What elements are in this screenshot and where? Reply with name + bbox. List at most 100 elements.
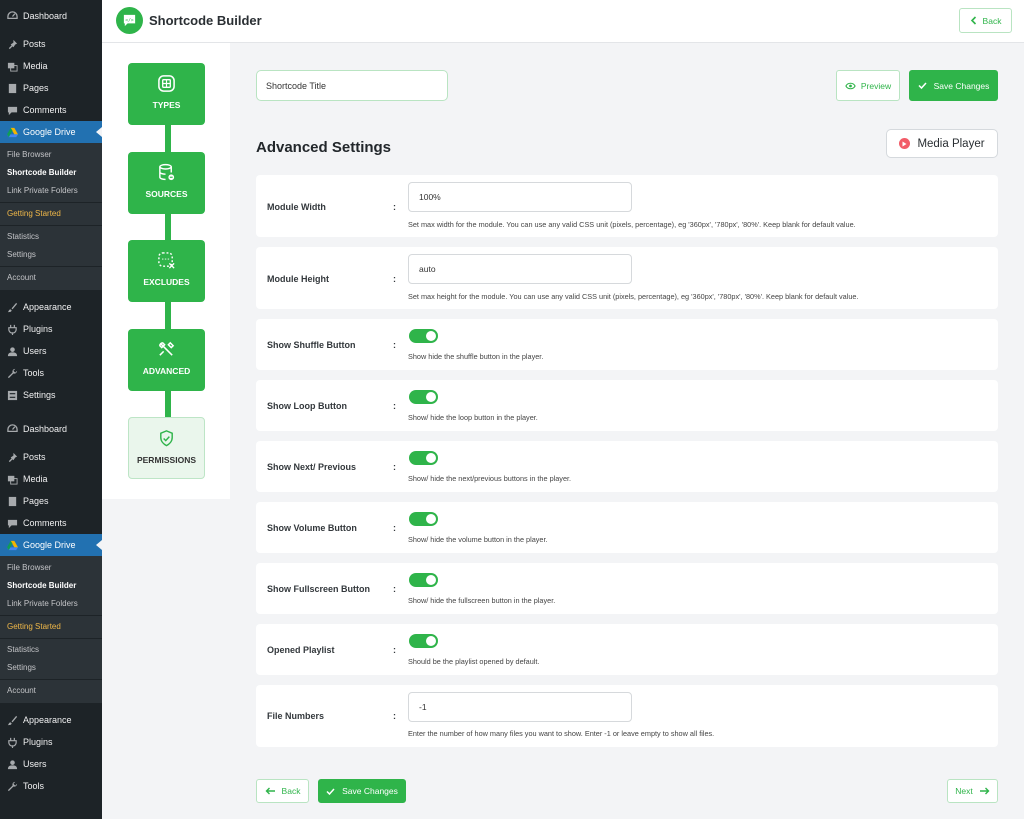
setting-label: Show Fullscreen Button	[267, 584, 371, 594]
menu-users[interactable]: Users	[0, 340, 102, 362]
file-numbers-input[interactable]: -1	[408, 692, 632, 722]
submenu-statistics[interactable]: Statistics	[0, 641, 102, 659]
setting-row: Module Height : auto Set max height for …	[256, 247, 998, 309]
submenu-file-browser[interactable]: File Browser	[0, 559, 102, 577]
google-drive-submenu: File Browser Shortcode Builder Link Priv…	[0, 143, 102, 290]
setting-label: Opened Playlist	[267, 645, 335, 655]
submenu-shortcode-builder[interactable]: Shortcode Builder	[0, 164, 102, 182]
step-sources[interactable]: SOURCES	[128, 152, 205, 214]
section-title: Advanced Settings	[256, 139, 392, 156]
menu-tools[interactable]: Tools	[0, 362, 102, 384]
submenu-shortcode-builder[interactable]: Shortcode Builder	[0, 577, 102, 595]
menu-label: Pages	[23, 496, 49, 506]
menu-posts[interactable]: Posts	[0, 33, 102, 55]
database-icon	[157, 162, 176, 182]
plug-icon	[6, 736, 18, 748]
menu-tools[interactable]: Tools	[0, 775, 102, 797]
fullscreen-toggle[interactable]	[409, 573, 438, 587]
wrench-icon	[6, 367, 18, 379]
user-icon	[6, 345, 18, 357]
pin-icon	[6, 38, 18, 50]
menu-google-drive[interactable]: Google Drive	[0, 534, 102, 556]
menu-appearance[interactable]: Appearance	[0, 296, 102, 318]
submenu-settings[interactable]: Settings	[0, 659, 102, 677]
menu-plugins[interactable]: Plugins	[0, 731, 102, 753]
shuffle-toggle[interactable]	[409, 329, 438, 343]
setting-description: Show/ hide the volume button in the play…	[408, 535, 548, 544]
save-changes-button[interactable]: Save Changes	[909, 70, 998, 101]
next-button[interactable]: Next	[947, 779, 998, 803]
menu-pages[interactable]: Pages	[0, 490, 102, 512]
toggle-knob	[426, 453, 436, 463]
check-icon	[918, 82, 927, 89]
menu-dashboard[interactable]: Dashboard	[0, 5, 102, 27]
submenu-link-private-folders[interactable]: Link Private Folders	[0, 595, 102, 613]
step-advanced[interactable]: ADVANCED	[128, 329, 205, 391]
dashboard-icon	[6, 10, 18, 22]
menu-comments[interactable]: Comments	[0, 99, 102, 121]
pin-icon	[6, 451, 18, 463]
menu-settings[interactable]: Settings	[0, 384, 102, 406]
next-previous-toggle[interactable]	[409, 451, 438, 465]
footer-save-changes-button[interactable]: Save Changes	[318, 779, 406, 803]
setting-colon: :	[393, 401, 396, 411]
step-connector	[165, 390, 171, 418]
menu-label: Tools	[23, 368, 45, 378]
submenu-file-browser[interactable]: File Browser	[0, 146, 102, 164]
wrench-icon	[6, 780, 18, 792]
plug-icon	[6, 323, 18, 335]
brush-icon	[6, 301, 18, 313]
menu-posts[interactable]: Posts	[0, 446, 102, 468]
menu-label: Settings	[23, 390, 56, 400]
menu-media[interactable]: Media	[0, 468, 102, 490]
step-permissions[interactable]: PERMISSIONS	[128, 417, 205, 479]
submenu-link-private-folders[interactable]: Link Private Folders	[0, 182, 102, 200]
chevron-left-icon	[970, 16, 977, 25]
menu-media[interactable]: Media	[0, 55, 102, 77]
submenu-settings[interactable]: Settings	[0, 246, 102, 264]
play-icon	[899, 138, 911, 149]
menu-comments[interactable]: Comments	[0, 512, 102, 534]
menu-label: Users	[23, 759, 47, 769]
preview-button[interactable]: Preview	[836, 70, 900, 101]
back-button[interactable]: Back	[959, 8, 1012, 33]
svg-text:</>: </>	[125, 17, 134, 23]
menu-label: Comments	[23, 518, 67, 528]
submenu-account[interactable]: Account	[0, 682, 102, 700]
loop-toggle[interactable]	[409, 390, 438, 404]
menu-label: Posts	[23, 39, 46, 49]
setting-description: Show/ hide the fullscreen button in the …	[408, 596, 556, 605]
setting-colon: :	[393, 340, 396, 350]
submenu-getting-started[interactable]: Getting Started	[0, 205, 102, 223]
setting-row: Show Volume Button : Show/ hide the volu…	[256, 502, 998, 553]
step-types[interactable]: TYPES	[128, 63, 205, 125]
tools-icon	[157, 339, 176, 359]
menu-label: Plugins	[23, 324, 53, 334]
submenu-statistics[interactable]: Statistics	[0, 228, 102, 246]
menu-dashboard[interactable]: Dashboard	[0, 418, 102, 440]
shortcode-title-input[interactable]	[256, 70, 448, 101]
setting-description: Show/ hide the loop button in the player…	[408, 413, 538, 422]
menu-label: Tools	[23, 781, 45, 791]
submenu-account[interactable]: Account	[0, 269, 102, 287]
menu-users[interactable]: Users	[0, 753, 102, 775]
menu-google-drive[interactable]: Google Drive	[0, 121, 102, 143]
setting-colon: :	[393, 462, 396, 472]
module-width-input[interactable]: 100%	[408, 182, 632, 212]
menu-pages[interactable]: Pages	[0, 77, 102, 99]
module-height-input[interactable]: auto	[408, 254, 632, 284]
menu-appearance[interactable]: Appearance	[0, 709, 102, 731]
volume-toggle[interactable]	[409, 512, 438, 526]
submenu-getting-started[interactable]: Getting Started	[0, 618, 102, 636]
menu-label: Media	[23, 474, 48, 484]
menu-plugins[interactable]: Plugins	[0, 318, 102, 340]
step-excludes[interactable]: EXCLUDES	[128, 240, 205, 302]
setting-description: Set max height for the module. You can u…	[408, 292, 859, 301]
setting-colon: :	[393, 645, 396, 655]
setting-label: Show Next/ Previous	[267, 462, 357, 472]
setting-label: Show Shuffle Button	[267, 340, 356, 350]
page-title: Shortcode Builder	[149, 13, 262, 28]
media-icon	[6, 473, 18, 485]
opened-playlist-toggle[interactable]	[409, 634, 438, 648]
footer-back-button[interactable]: Back	[256, 779, 309, 803]
